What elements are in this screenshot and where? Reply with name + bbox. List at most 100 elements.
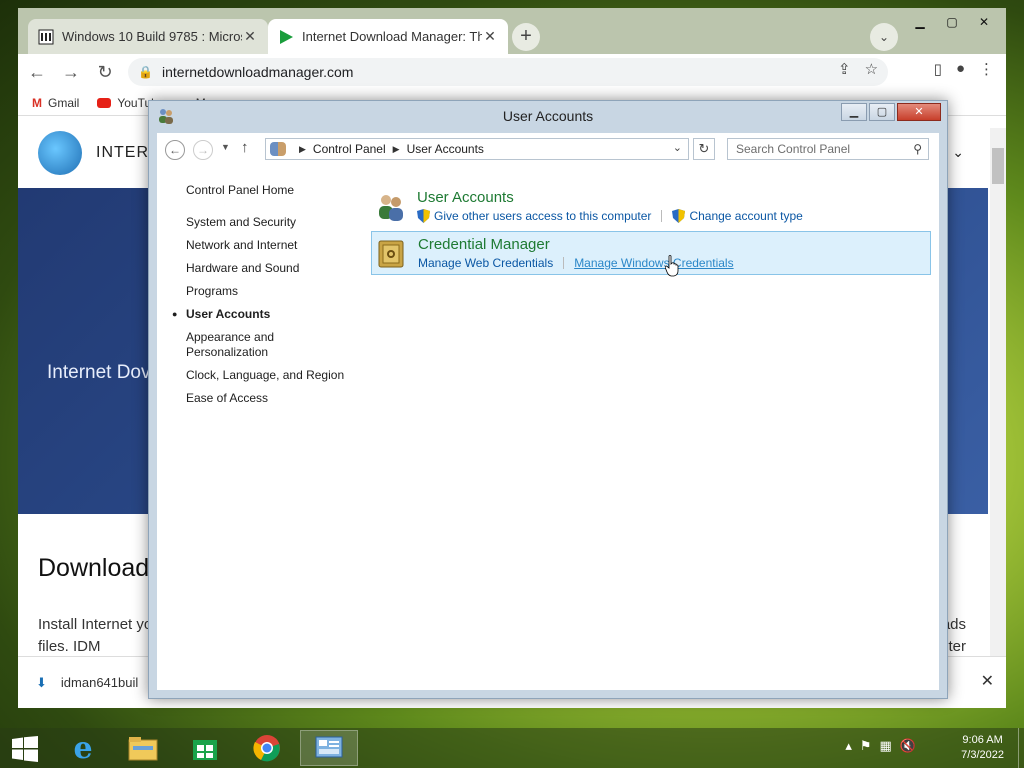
taskbar-clock[interactable]: 9:06 AM 7/3/2022 — [961, 733, 1004, 763]
navigation-bar: ← → ▼ ↑ ▶ Control Panel ▶ User Accounts … — [157, 133, 939, 167]
maximize-button[interactable]: ▢ — [869, 103, 895, 121]
clock-date: 7/3/2022 — [961, 749, 1004, 761]
idm-logo[interactable] — [38, 131, 82, 175]
close-icon[interactable]: ✕ — [981, 671, 994, 691]
close-button[interactable]: ✕ — [897, 103, 941, 121]
chevron-down-icon[interactable]: ⌄ — [870, 23, 898, 51]
group-title[interactable]: User Accounts — [417, 189, 931, 206]
bookmark-label: Gmail — [48, 95, 80, 110]
play-icon — [278, 29, 294, 45]
file-explorer-icon[interactable] — [114, 730, 172, 766]
link-separator — [563, 257, 565, 269]
breadcrumb-user-accounts[interactable]: User Accounts — [407, 142, 484, 156]
search-input[interactable]: Search Control Panel ⚲ — [727, 138, 929, 160]
recent-locations-dropdown[interactable]: ▼ — [221, 142, 230, 152]
nav-appearance-and-personalization[interactable]: Appearance and Personalization — [186, 330, 296, 360]
nav-user-accounts[interactable]: User Accounts — [172, 307, 356, 322]
change-account-type-link[interactable]: Change account type — [672, 209, 803, 223]
back-button[interactable]: ← — [22, 57, 52, 87]
link-label: Give other users access to this computer — [434, 209, 652, 223]
show-desktop-button[interactable] — [1018, 728, 1024, 768]
users-icon — [270, 142, 286, 156]
lock-icon: 🔒 — [138, 65, 153, 79]
system-tray: ▴ ⚑ ▦ 🔇 — [845, 738, 916, 754]
nav-system-and-security[interactable]: System and Security — [186, 215, 356, 230]
show-hidden-icons-icon[interactable]: ▴ — [845, 738, 852, 754]
group-user-accounts: User Accounts Give other users access to… — [371, 185, 931, 227]
group-credential-manager[interactable]: Credential Manager Manage Web Credential… — [371, 231, 931, 275]
close-icon[interactable]: ✕ — [482, 28, 498, 45]
download-heading: Download — [38, 554, 150, 582]
forward-button[interactable]: → — [193, 140, 213, 160]
windows-start-icon[interactable] — [12, 736, 38, 762]
chevron-down-icon[interactable]: ⌄ — [952, 144, 964, 161]
chrome-icon[interactable] — [238, 730, 296, 766]
tab-title: Windows 10 Build 9785 : Microso — [62, 29, 242, 44]
nav-clock-language-region[interactable]: Clock, Language, and Region — [186, 368, 356, 383]
category-content: User Accounts Give other users access to… — [371, 185, 931, 279]
star-icon[interactable]: ☆ — [865, 60, 878, 78]
reload-button[interactable]: ↻ — [90, 57, 120, 87]
breadcrumb-control-panel[interactable]: Control Panel — [313, 142, 386, 156]
minimize-button[interactable]: ▁ — [906, 12, 934, 32]
window-title: User Accounts — [502, 108, 594, 124]
idm-file-icon: ⬇ — [36, 674, 47, 690]
refresh-button[interactable]: ↻ — [693, 138, 715, 160]
window-controls: ▁ ▢ ✕ — [906, 12, 998, 32]
profile-icon[interactable]: ● — [956, 60, 965, 78]
nav-ease-of-access[interactable]: Ease of Access — [186, 391, 356, 406]
group-title[interactable]: Credential Manager — [418, 236, 930, 253]
share-icon[interactable]: ⇪ — [838, 60, 851, 78]
chevron-down-icon[interactable]: ⌄ — [673, 141, 682, 154]
address-bar[interactable]: 🔒 internetdownloadmanager.com — [128, 58, 888, 86]
youtube-icon — [97, 97, 112, 108]
search-placeholder: Search Control Panel — [736, 142, 851, 156]
download-item[interactable]: idman641buil — [61, 675, 138, 690]
url-text: internetdownloadmanager.com — [162, 64, 354, 80]
credential-vault-icon — [376, 238, 408, 270]
network-icon[interactable]: ▦ — [880, 738, 892, 754]
window-titlebar[interactable]: User Accounts ▁ ▢ ✕ — [149, 101, 947, 131]
left-navigation: Control Panel Home System and Security N… — [172, 183, 356, 414]
chevron-right-icon[interactable]: ▶ — [299, 144, 306, 155]
link-label: Change account type — [689, 209, 803, 223]
close-button[interactable]: ✕ — [970, 12, 998, 32]
tab-idm[interactable]: Internet Download Manager: The ✕ — [268, 19, 508, 54]
give-access-link[interactable]: Give other users access to this computer — [417, 209, 651, 223]
hand-cursor-icon — [665, 255, 679, 277]
nav-network-and-internet[interactable]: Network and Internet — [186, 238, 356, 253]
store-icon[interactable] — [176, 730, 234, 766]
users-icon — [157, 107, 175, 125]
minimize-button[interactable]: ▁ — [841, 103, 867, 121]
bookmark-gmail[interactable]: M Gmail — [32, 96, 79, 110]
page-scrollbar[interactable] — [990, 128, 1006, 658]
control-panel-taskbar-icon[interactable] — [300, 730, 358, 766]
uac-shield-icon — [672, 209, 686, 223]
manage-windows-credentials-link[interactable]: Manage Windows Credentials — [574, 256, 733, 270]
uac-shield-icon — [417, 209, 430, 223]
internet-explorer-icon[interactable]: e — [54, 730, 112, 766]
control-panel-home-link[interactable]: Control Panel Home — [186, 183, 356, 197]
back-button[interactable]: ← — [165, 140, 185, 160]
search-icon[interactable]: ⚲ — [913, 142, 922, 156]
menu-icon[interactable]: ⋮ — [979, 60, 994, 78]
window-controls: ▁ ▢ ✕ — [841, 103, 941, 121]
tab-windows10-build[interactable]: Windows 10 Build 9785 : Microso ✕ — [28, 19, 268, 54]
users-icon — [375, 191, 407, 223]
up-button[interactable]: ↑ — [241, 139, 249, 156]
address-bar[interactable]: ▶ Control Panel ▶ User Accounts ⌄ — [265, 138, 689, 160]
gmail-icon: M — [32, 95, 42, 110]
chevron-right-icon[interactable]: ▶ — [393, 144, 400, 155]
forward-button[interactable]: → — [56, 57, 86, 87]
maximize-button[interactable]: ▢ — [938, 12, 966, 32]
nav-programs[interactable]: Programs — [186, 284, 356, 299]
manage-web-credentials-link[interactable]: Manage Web Credentials — [418, 256, 553, 270]
action-center-flag-icon[interactable]: ⚑ — [860, 738, 872, 754]
scroll-thumb[interactable] — [992, 148, 1004, 184]
volume-muted-icon[interactable]: 🔇 — [900, 738, 916, 754]
archive-org-icon — [38, 29, 54, 45]
new-tab-button[interactable]: + — [512, 23, 540, 51]
sidepanel-icon[interactable]: ▯ — [934, 60, 942, 78]
nav-hardware-and-sound[interactable]: Hardware and Sound — [186, 261, 356, 276]
close-icon[interactable]: ✕ — [242, 28, 258, 45]
